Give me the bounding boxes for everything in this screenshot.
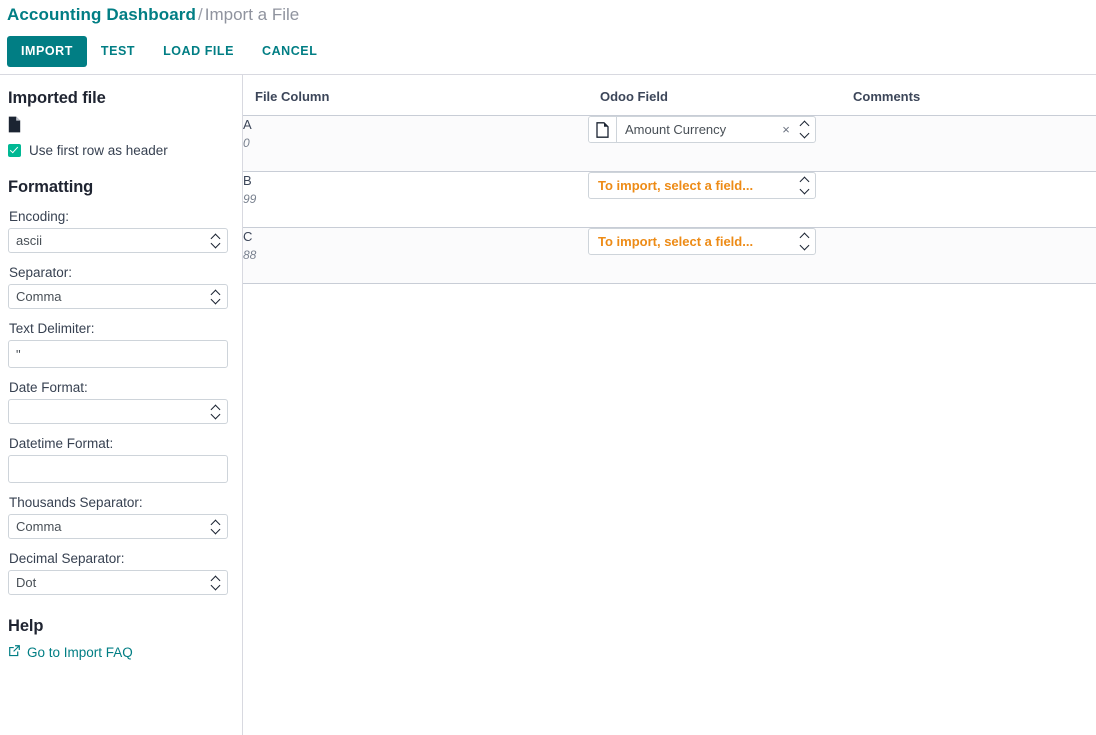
file-column-sample: 0	[243, 135, 588, 152]
datetime-format-input[interactable]	[8, 455, 228, 483]
use-first-row-label: Use first row as header	[29, 143, 168, 158]
file-column-sample: 99	[243, 191, 588, 208]
odoo-field-cell: To import, select a field...	[588, 172, 841, 228]
date-format-label: Date Format:	[9, 380, 234, 395]
import-faq-link-label: Go to Import FAQ	[27, 645, 133, 660]
header-odoo-field: Odoo Field	[588, 75, 841, 116]
comments-cell	[841, 172, 1096, 228]
thousands-separator-select[interactable]: Comma	[8, 514, 228, 539]
comments-cell	[841, 116, 1096, 172]
external-link-icon	[8, 644, 21, 660]
odoo-field-select-c[interactable]: To import, select a field...	[588, 228, 816, 255]
odoo-field-select-b[interactable]: To import, select a field...	[588, 172, 816, 199]
page-body: Imported file Use first row as header Fo…	[0, 75, 1096, 735]
file-column-letter: A	[243, 116, 588, 133]
datetime-format-label: Datetime Format:	[9, 436, 234, 451]
file-column-cell: B 99	[243, 172, 588, 228]
chevron-updown-icon[interactable]	[795, 173, 815, 198]
odoo-field-cell: To import, select a field...	[588, 228, 841, 284]
file-column-letter: C	[243, 228, 588, 245]
use-first-row-as-header-row[interactable]: Use first row as header	[8, 140, 234, 160]
formatting-heading: Formatting	[8, 178, 234, 197]
clear-field-icon[interactable]: ×	[777, 117, 795, 142]
header-file-column: File Column	[243, 75, 588, 116]
file-column-cell: C 88	[243, 228, 588, 284]
chevron-updown-icon	[211, 233, 222, 249]
table-row: C 88 To import, select a field...	[243, 228, 1096, 284]
file-column-sample: 88	[243, 247, 588, 264]
odoo-field-select-a[interactable]: Amount Currency ×	[588, 116, 816, 143]
thousands-separator-label: Thousands Separator:	[9, 495, 234, 510]
file-field-icon	[589, 117, 617, 142]
chevron-updown-icon[interactable]	[795, 229, 815, 254]
decimal-separator-label: Decimal Separator:	[9, 551, 234, 566]
odoo-field-value-a: Amount Currency	[617, 117, 777, 142]
comments-cell	[841, 228, 1096, 284]
breadcrumb-separator: /	[196, 5, 205, 24]
imported-file-heading: Imported file	[8, 89, 234, 108]
breadcrumb-current: Import a File	[205, 5, 299, 24]
separator-value: Comma	[16, 285, 62, 308]
action-button-bar: IMPORT TEST LOAD FILE CANCEL	[7, 36, 331, 67]
date-format-select[interactable]	[8, 399, 228, 424]
text-delimiter-label: Text Delimiter:	[9, 321, 234, 336]
encoding-select[interactable]: ascii	[8, 228, 228, 253]
breadcrumb-parent-link[interactable]: Accounting Dashboard	[7, 5, 196, 24]
separator-label: Separator:	[9, 265, 234, 280]
file-column-cell: A 0	[243, 116, 588, 172]
field-mapping-table: File Column Odoo Field Comments A 0	[243, 75, 1096, 284]
chevron-updown-icon	[211, 404, 222, 420]
thousands-separator-value: Comma	[16, 515, 62, 538]
decimal-separator-value: Dot	[16, 571, 36, 594]
odoo-field-cell: Amount Currency ×	[588, 116, 841, 172]
chevron-updown-icon	[211, 519, 222, 535]
chevron-updown-icon[interactable]	[795, 117, 815, 142]
settings-sidebar: Imported file Use first row as header Fo…	[0, 75, 243, 735]
encoding-label: Encoding:	[9, 209, 234, 224]
load-file-button[interactable]: LOAD FILE	[149, 36, 248, 67]
import-faq-link[interactable]: Go to Import FAQ	[8, 644, 234, 660]
help-heading: Help	[8, 617, 234, 636]
breadcrumb: Accounting Dashboard/Import a File	[7, 4, 299, 25]
text-delimiter-value: "	[16, 343, 21, 366]
separator-select[interactable]: Comma	[8, 284, 228, 309]
decimal-separator-select[interactable]: Dot	[8, 570, 228, 595]
table-header-row: File Column Odoo Field Comments	[243, 75, 1096, 116]
cancel-button[interactable]: CANCEL	[248, 36, 331, 67]
header-comments: Comments	[841, 75, 1096, 116]
use-first-row-checkbox[interactable]	[8, 144, 21, 157]
table-row: B 99 To import, select a field...	[243, 172, 1096, 228]
table-row: A 0 Amount Currency ×	[243, 116, 1096, 172]
chevron-updown-icon	[211, 575, 222, 591]
page-header: Accounting Dashboard/Import a File IMPOR…	[0, 0, 1096, 75]
odoo-field-value-c: To import, select a field...	[589, 229, 795, 254]
encoding-value: ascii	[16, 229, 42, 252]
field-mapping-panel: File Column Odoo Field Comments A 0	[243, 75, 1096, 735]
file-column-letter: B	[243, 172, 588, 189]
import-button[interactable]: IMPORT	[7, 36, 87, 67]
text-delimiter-input[interactable]: "	[8, 340, 228, 368]
file-icon	[8, 116, 234, 138]
test-button[interactable]: TEST	[87, 36, 149, 67]
odoo-field-value-b: To import, select a field...	[589, 173, 795, 198]
chevron-updown-icon	[211, 289, 222, 305]
